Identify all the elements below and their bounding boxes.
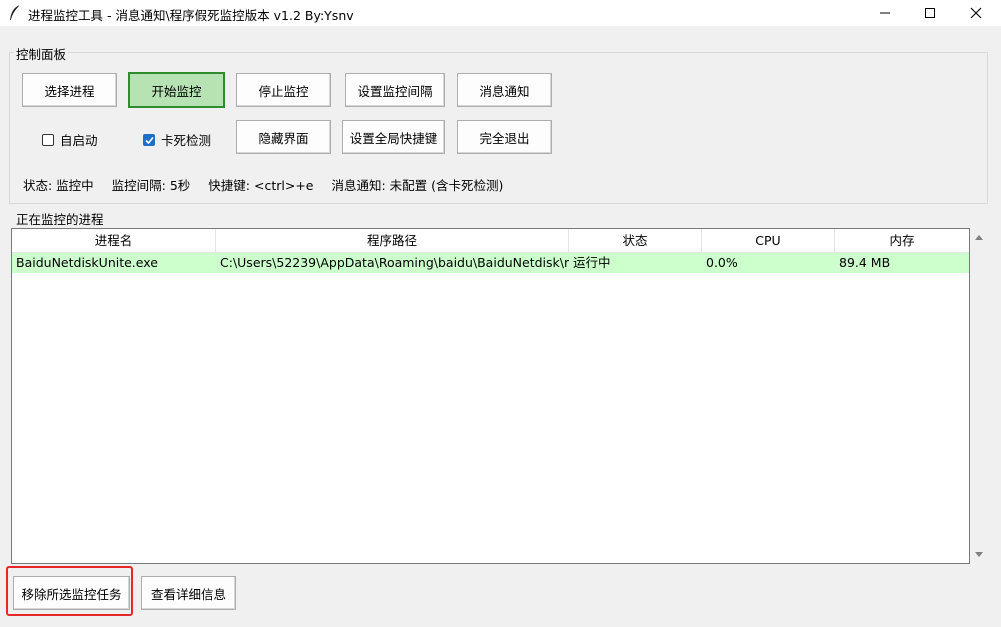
minimize-button[interactable]: [862, 0, 908, 26]
start-monitor-button[interactable]: 开始监控: [128, 72, 225, 108]
column-header-path[interactable]: 程序路径: [216, 229, 569, 252]
column-header-cpu[interactable]: CPU: [702, 229, 835, 252]
window-title: 进程监控工具 - 消息通知\程序假死监控版本 v1.2 By:Ysnv: [28, 8, 354, 23]
process-table[interactable]: 进程名 程序路径 状态 CPU 内存 BaiduNetdiskUnite.exe…: [11, 228, 970, 564]
set-interval-button[interactable]: 设置监控间隔: [345, 73, 445, 107]
table-row[interactable]: BaiduNetdiskUnite.exe C:\Users\52239\App…: [12, 253, 969, 273]
maximize-button[interactable]: [907, 0, 953, 26]
column-header-name[interactable]: 进程名: [12, 229, 216, 252]
status-interval: 监控间隔: 5秒: [111, 178, 191, 193]
column-header-memory[interactable]: 内存: [835, 229, 969, 252]
close-button[interactable]: [953, 0, 999, 26]
status-state: 状态: 监控中: [23, 178, 94, 193]
column-header-status[interactable]: 状态: [569, 229, 702, 252]
status-notify: 消息通知: 未配置 (含卡死检测): [331, 178, 504, 193]
red-highlight-box: [6, 566, 133, 616]
exit-button[interactable]: 完全退出: [457, 120, 552, 154]
check-icon: [145, 136, 154, 144]
control-panel-label: 控制面板: [14, 44, 69, 63]
vertical-scrollbar[interactable]: [971, 228, 987, 564]
cell-cpu: 0.0%: [706, 255, 738, 270]
autostart-checkbox-box[interactable]: [42, 133, 54, 146]
freeze-detect-label: 卡死检测: [161, 133, 212, 148]
cell-status: 运行中: [573, 255, 611, 270]
scroll-up-arrow-icon[interactable]: [974, 233, 984, 243]
hide-ui-button[interactable]: 隐藏界面: [236, 120, 331, 154]
table-header: 进程名 程序路径 状态 CPU 内存: [12, 229, 969, 253]
freeze-detect-checkbox-box[interactable]: [143, 133, 155, 146]
scroll-down-arrow-icon[interactable]: [974, 549, 984, 559]
maximize-icon: [925, 8, 935, 18]
close-icon: [970, 7, 982, 19]
process-panel-label: 正在监控的进程: [14, 209, 106, 228]
feather-icon: [10, 4, 21, 21]
autostart-checkbox[interactable]: 自启动: [42, 130, 98, 149]
status-line: 状态: 监控中 监控间隔: 5秒 快捷键: <ctrl>+e 消息通知: 未配置…: [23, 175, 517, 194]
select-process-button[interactable]: 选择进程: [22, 73, 117, 107]
set-hotkey-button[interactable]: 设置全局快捷键: [342, 120, 445, 154]
view-details-button[interactable]: 查看详细信息: [141, 576, 236, 610]
cell-path: C:\Users\52239\AppData\Roaming\baidu\Bai…: [220, 255, 569, 270]
title-bar: 进程监控工具 - 消息通知\程序假死监控版本 v1.2 By:Ysnv: [0, 0, 1001, 26]
status-hotkey: 快捷键: <ctrl>+e: [208, 178, 314, 193]
cell-name: BaiduNetdiskUnite.exe: [16, 255, 158, 270]
minimize-icon: [880, 12, 890, 14]
autostart-label: 自启动: [60, 133, 98, 148]
stop-monitor-button[interactable]: 停止监控: [236, 73, 331, 107]
cell-memory: 89.4 MB: [839, 255, 891, 270]
freeze-detect-checkbox[interactable]: 卡死检测: [143, 130, 211, 149]
notify-button[interactable]: 消息通知: [457, 73, 552, 107]
